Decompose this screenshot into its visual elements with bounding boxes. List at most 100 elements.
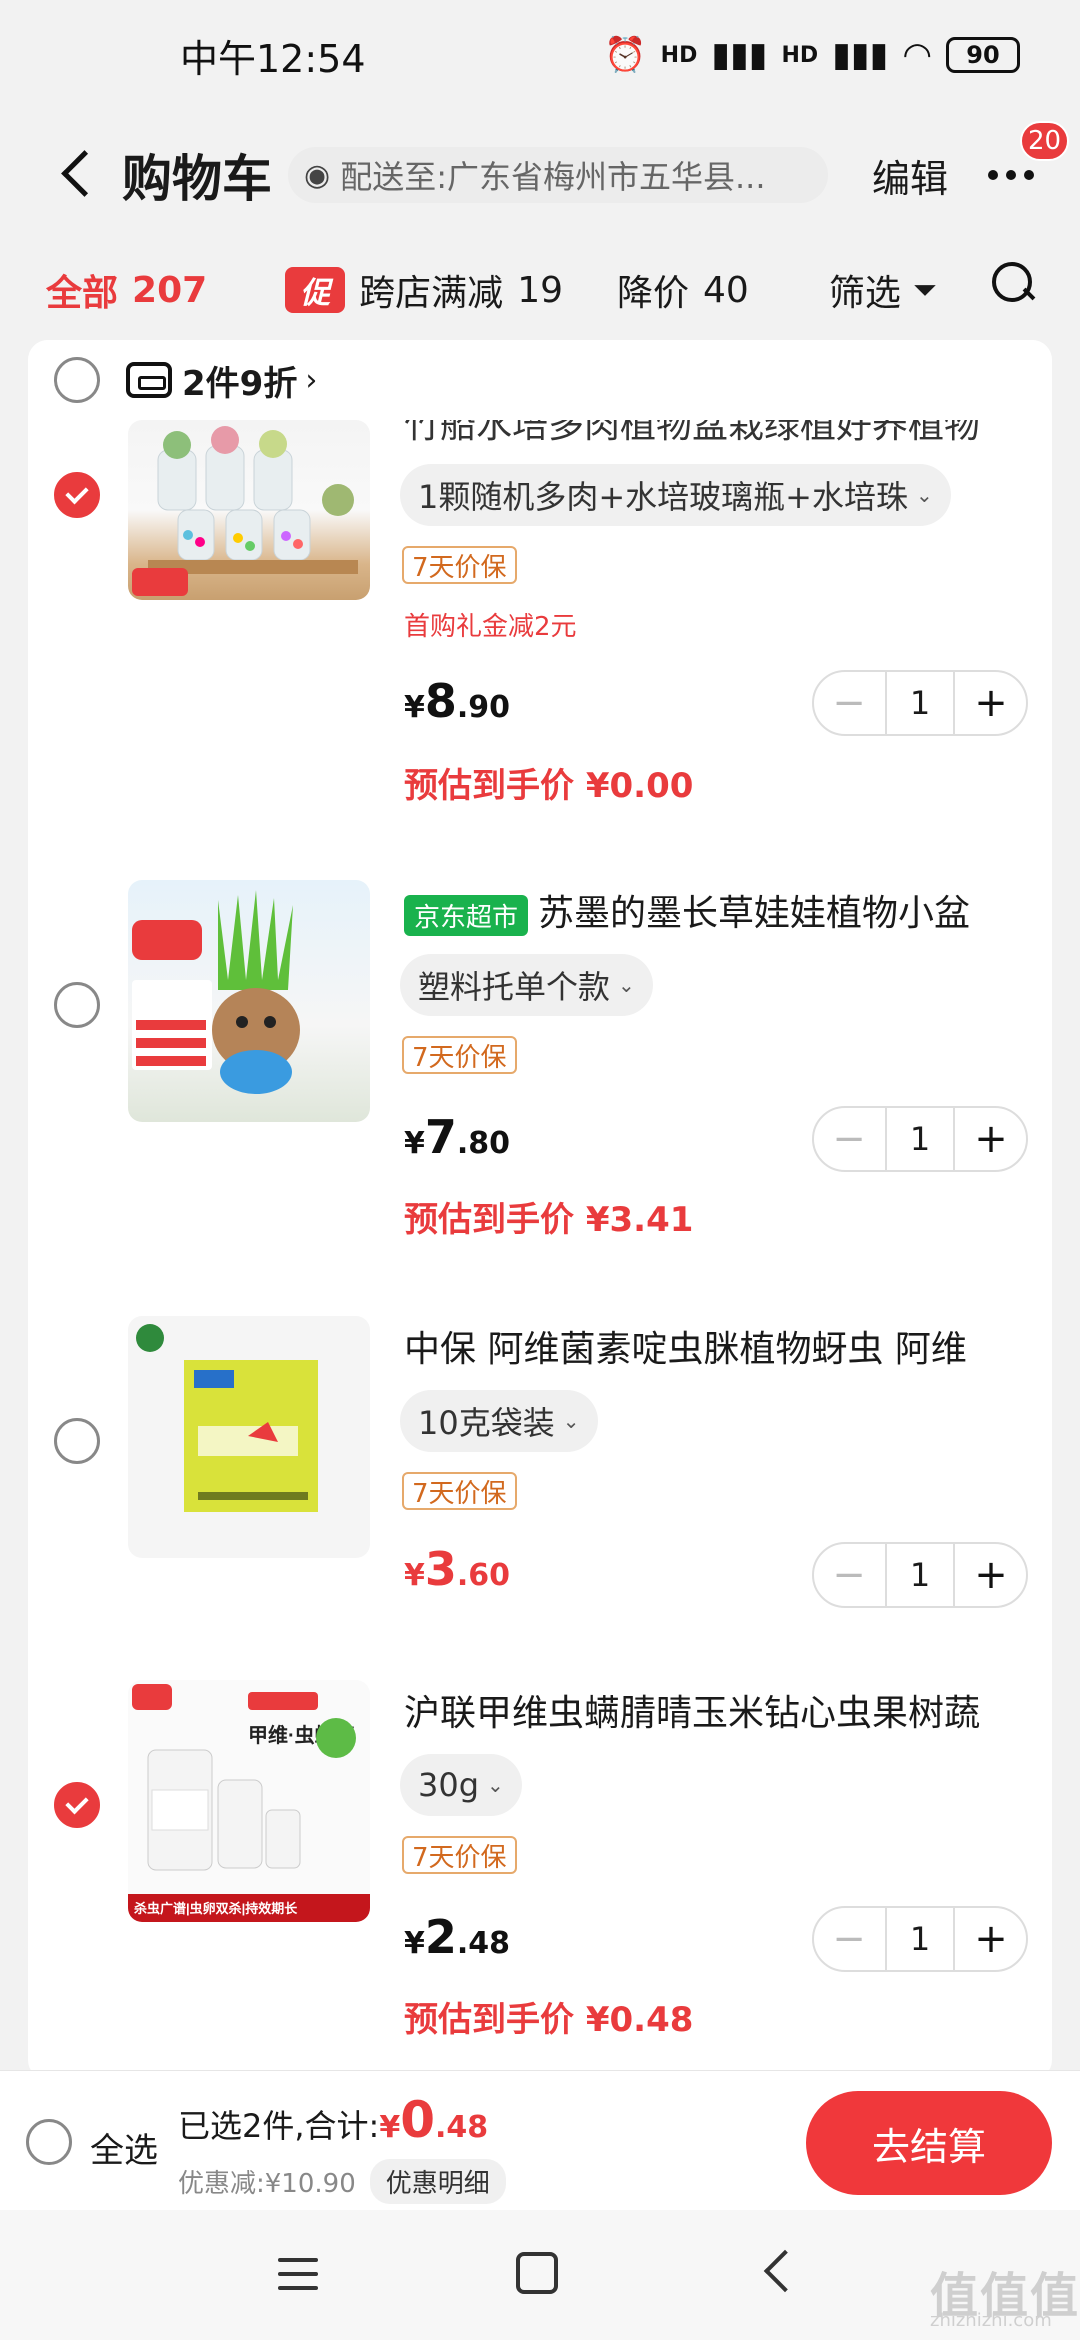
page-title: 购物车 — [122, 150, 272, 208]
decrease-button[interactable]: − — [814, 1552, 884, 1598]
price-int: 3 — [424, 1542, 457, 1596]
wifi-icon: ◠ — [902, 35, 932, 75]
quantity-value[interactable]: 1 — [885, 1542, 955, 1608]
item-price: ¥8.90 — [404, 674, 510, 728]
price-yen: ¥ — [404, 690, 425, 725]
cart-list: 2件9折 › 竹船水培多肉植物盆栽绿植好养植物 1颗随机多肉+水培玻璃瓶+水培珠… — [28, 340, 1052, 2080]
item-price: ¥7.80 — [404, 1110, 510, 1164]
estimated-price: 预估到手价 ¥3.41 — [404, 1200, 694, 1240]
delivery-address-text: 配送至:广东省梅州市五华县... — [340, 158, 766, 196]
product-image-banner: 杀虫广谱|虫卵双杀|持效期长 — [134, 1901, 298, 1916]
spec-text: 10克袋装 — [418, 1404, 555, 1442]
product-title[interactable]: 京东超市 苏墨的墨长草娃娃植物小盆 — [404, 884, 1024, 936]
location-pin-icon: ◉ — [304, 157, 331, 193]
increase-button[interactable]: + — [956, 680, 1026, 726]
quantity-value[interactable]: 1 — [885, 1106, 955, 1172]
spec-selector[interactable]: 塑料托单个款 ⌄ — [400, 954, 653, 1016]
spec-text: 1颗随机多肉+水培玻璃瓶+水培珠 — [418, 478, 908, 516]
more-button[interactable]: 20 — [988, 121, 1070, 195]
signal-icon-2: HD — [781, 42, 819, 68]
price-guarantee-badge: 7天价保 — [402, 546, 517, 584]
battery-icon: 90 — [946, 37, 1020, 73]
search-icon[interactable] — [990, 260, 1036, 306]
tab-price-drop[interactable]: 降价 40 — [617, 264, 749, 316]
chevron-down-icon: ⌄ — [916, 483, 933, 507]
decrease-button[interactable]: − — [814, 680, 884, 726]
more-dot-icon — [1006, 170, 1017, 180]
increase-button[interactable]: + — [956, 1552, 1026, 1598]
home-icon[interactable] — [516, 2252, 558, 2294]
total-price: ¥0.48 — [379, 2091, 489, 2149]
signal-icon: HD — [660, 42, 698, 68]
discount-detail-button[interactable]: 优惠明细 — [369, 2159, 506, 2204]
tab-cross-store-discount[interactable]: 促 跨店满减 19 — [285, 264, 563, 316]
bundle-discount-icon — [126, 362, 172, 398]
select-all-label[interactable]: 全选 — [90, 2123, 158, 2172]
price-yen: ¥ — [404, 1926, 425, 1961]
spec-selector[interactable]: 10克袋装 ⌄ — [400, 1390, 598, 1452]
increase-button[interactable]: + — [956, 1916, 1026, 1962]
shop-select-radio[interactable] — [54, 357, 100, 403]
order-summary: 已选2件,合计:¥0.48 — [178, 2091, 488, 2149]
spec-selector[interactable]: 30g ⌄ — [400, 1754, 522, 1816]
tab-all[interactable]: 全部 207 — [46, 264, 207, 316]
status-icons: ⏰ HD ▮▮▮ HD ▮▮▮ ◠ 90 — [604, 35, 1020, 75]
status-bar: 中午12:54 ⏰ HD ▮▮▮ HD ▮▮▮ ◠ 90 — [0, 0, 1080, 110]
spec-text: 30g — [418, 1766, 480, 1804]
bundle-discount-text: 2件9折 — [182, 363, 298, 404]
promo-tag-icon: 促 — [285, 267, 346, 313]
succulent-jars-image — [132, 426, 358, 596]
checkout-button[interactable]: 去结算 — [806, 2091, 1052, 2195]
decrease-button[interactable]: − — [814, 1116, 884, 1162]
quantity-value[interactable]: 1 — [885, 1906, 955, 1972]
tab-all-count: 207 — [132, 269, 208, 311]
recent-apps-icon[interactable] — [278, 2258, 318, 2300]
quantity-stepper: − 1 + — [812, 1106, 1028, 1172]
spec-selector[interactable]: 1颗随机多肉+水培玻璃瓶+水培珠 ⌄ — [400, 464, 951, 526]
filter-button[interactable]: 筛选 ⏷ — [829, 264, 937, 316]
price-int: 7 — [424, 1110, 457, 1164]
price-dec: .48 — [456, 1926, 511, 1961]
increase-button[interactable]: + — [956, 1116, 1026, 1162]
delivery-address[interactable]: ◉ 配送至:广东省梅州市五华县... — [288, 147, 828, 203]
jd-supermarket-tag: 京东超市 — [404, 894, 529, 936]
product-image[interactable] — [128, 420, 370, 600]
item-select-radio[interactable] — [54, 1418, 100, 1464]
price-dec: .90 — [456, 690, 511, 725]
status-time: 中午12:54 — [180, 36, 366, 81]
cart-item: 中保 阿维菌素啶虫脒植物蚜虫 阿维 10克袋装 ⌄ 7天价保 ¥3.60 − 1… — [28, 1316, 1052, 1616]
item-select-radio[interactable] — [54, 472, 100, 518]
filter-bar: 全部 207 促 跨店满减 19 降价 40 筛选 ⏷ — [0, 240, 1080, 340]
product-title-text: 苏墨的墨长草娃娃植物小盆 — [538, 893, 971, 934]
system-nav-bar — [0, 2210, 1080, 2340]
estimated-price: 预估到手价 ¥0.48 — [404, 2000, 694, 2040]
product-title[interactable]: 中保 阿维菌素啶虫脒植物蚜虫 阿维 — [404, 1320, 1024, 1372]
decrease-button[interactable]: − — [814, 1916, 884, 1962]
product-image[interactable] — [128, 1316, 370, 1558]
edit-button[interactable]: 编辑 — [872, 148, 948, 203]
product-title[interactable]: 沪联甲维虫螨腈晴玉米钻心虫果树蔬 — [404, 1684, 1024, 1736]
item-select-radio[interactable] — [54, 1782, 100, 1828]
header: 购物车 ◉ 配送至:广东省梅州市五华县... 编辑 20 — [0, 110, 1080, 240]
price-yen: ¥ — [404, 1126, 425, 1161]
cart-item: 甲维·虫螨腈 杀虫广谱|虫卵双杀|持效期长 沪联甲维虫螨腈晴玉米钻心虫果树蔬 3… — [28, 1680, 1052, 2080]
back-button[interactable] — [48, 135, 118, 215]
item-select-radio[interactable] — [54, 982, 100, 1028]
tab-promo-count: 19 — [517, 269, 563, 311]
alarm-icon: ⏰ — [604, 35, 647, 75]
item-price: ¥3.60 — [404, 1542, 510, 1596]
tab-promo-label: 跨店满减 — [359, 273, 504, 314]
total-dec: .48 — [435, 2110, 489, 2145]
price-dec: .60 — [456, 1558, 511, 1593]
product-image[interactable] — [128, 880, 370, 1122]
product-image[interactable]: 甲维·虫螨腈 杀虫广谱|虫卵双杀|持效期长 — [128, 1680, 370, 1922]
chevron-down-icon: ⌄ — [487, 1773, 504, 1797]
selected-count-text: 已选2件,合计: — [178, 2107, 380, 2145]
price-guarantee-badge: 7天价保 — [402, 1036, 517, 1074]
system-back-icon[interactable] — [763, 2249, 807, 2293]
shop-group-row[interactable]: 2件9折 › — [28, 340, 1052, 420]
funnel-icon: ⏷ — [912, 272, 937, 308]
quantity-value[interactable]: 1 — [885, 670, 955, 736]
select-all-radio[interactable] — [26, 2119, 72, 2165]
watermark-url: zhizhizhi.com — [930, 2310, 1052, 2331]
